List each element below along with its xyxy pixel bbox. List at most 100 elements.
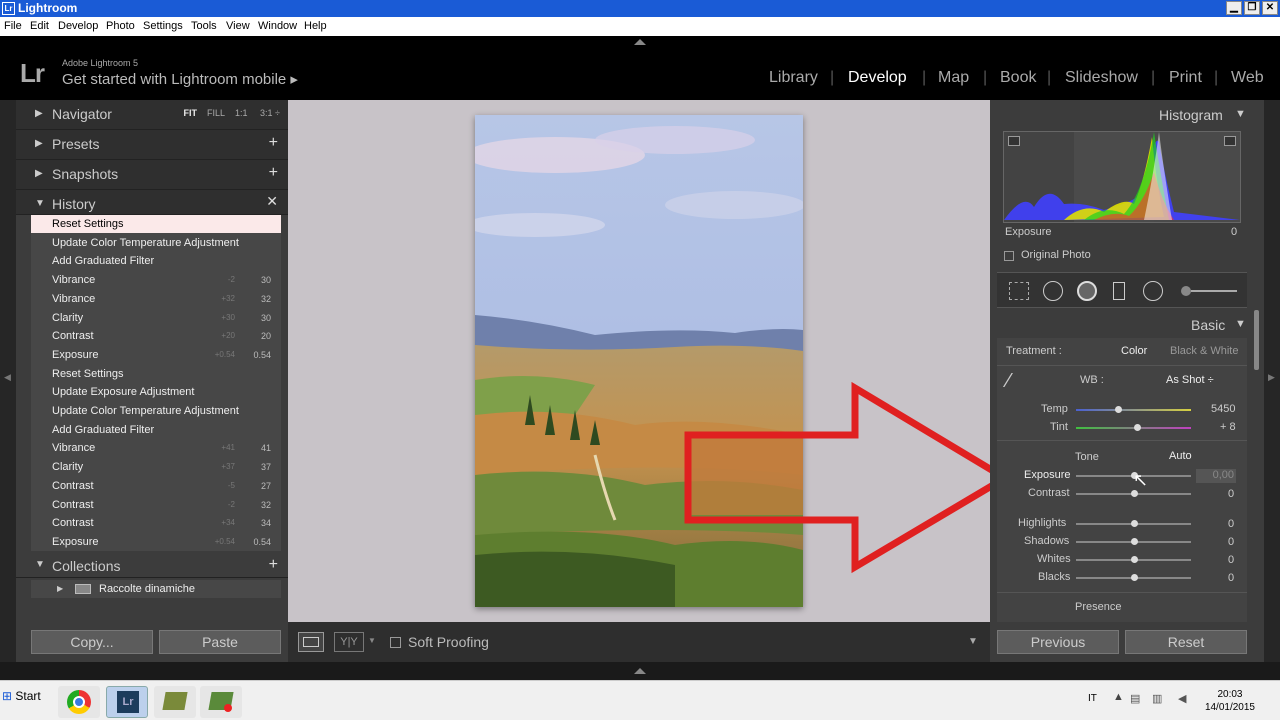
history-item[interactable]: Vibrance +32 32 — [31, 290, 281, 308]
reset-button[interactable]: Reset — [1125, 630, 1247, 654]
histogram-graph[interactable] — [1003, 131, 1241, 223]
temp-value[interactable]: 5450 — [1211, 403, 1235, 415]
history-item[interactable]: Contrast +20 20 — [31, 327, 281, 345]
volume-icon[interactable]: ◀ — [1178, 692, 1186, 705]
highlights-slider-knob[interactable] — [1131, 520, 1138, 527]
collapse-top-panel-icon[interactable] — [634, 39, 646, 45]
highlights-value[interactable]: 0 — [1228, 518, 1234, 530]
mobile-prompt[interactable]: Get started with Lightroom mobile ▸ — [62, 70, 298, 88]
right-collapse-icon[interactable]: ▶ — [1268, 372, 1275, 383]
tint-slider-knob[interactable] — [1134, 424, 1141, 431]
history-item[interactable]: Add Graduated Filter — [31, 421, 281, 439]
zoom-3-1[interactable]: 3:1 ÷ — [260, 108, 280, 118]
minimize-button[interactable]: ▁ — [1226, 1, 1242, 15]
module-library[interactable]: Library — [769, 69, 818, 87]
expand-filmstrip-icon[interactable] — [634, 668, 646, 674]
right-panel-edge[interactable]: ▶ — [1254, 100, 1280, 662]
history-item[interactable]: Update Color Temperature Adjustment — [31, 402, 281, 420]
history-item[interactable]: Exposure +0.54 0.54 — [31, 346, 281, 364]
before-after-icon[interactable]: Y|Y — [334, 632, 364, 652]
module-develop[interactable]: Develop — [848, 69, 907, 87]
close-button[interactable]: ✕ — [1262, 1, 1278, 15]
blacks-slider-knob[interactable] — [1131, 574, 1138, 581]
crop-overlay-icon[interactable] — [1009, 282, 1029, 300]
history-item[interactable]: Add Graduated Filter — [31, 252, 281, 270]
history-item[interactable]: Update Exposure Adjustment — [31, 383, 281, 401]
temp-slider-knob[interactable] — [1115, 406, 1122, 413]
zoom-fill[interactable]: FILL — [207, 108, 225, 118]
wb-eyedropper-icon[interactable]: ⁄ — [1007, 370, 1010, 393]
collapse-arrow-icon[interactable]: ▼ — [1235, 318, 1246, 330]
exposure-value[interactable]: 0,00 — [1196, 469, 1236, 483]
paste-button[interactable]: Paste — [159, 630, 281, 654]
module-print[interactable]: Print — [1169, 69, 1202, 87]
adjustment-brush-icon[interactable] — [1181, 286, 1191, 296]
add-snapshot-icon[interactable]: + — [269, 164, 278, 182]
screen-recorder-taskbar-icon[interactable] — [154, 686, 196, 718]
spot-removal-icon[interactable] — [1043, 281, 1063, 301]
filmstrip-collapsed[interactable] — [0, 662, 1280, 680]
snapshots-header[interactable]: ▶ Snapshots + — [16, 160, 288, 190]
history-item[interactable]: Clarity +30 30 — [31, 309, 281, 327]
red-eye-icon[interactable] — [1077, 281, 1097, 301]
zoom-1-1[interactable]: 1:1 — [235, 108, 248, 118]
menu-settings[interactable]: Settings — [143, 20, 183, 32]
add-collection-icon[interactable]: + — [269, 556, 278, 574]
signal-icon[interactable]: ▥ — [1152, 692, 1162, 705]
left-collapse-icon[interactable]: ◀ — [4, 372, 11, 383]
whites-value[interactable]: 0 — [1228, 554, 1234, 566]
lightroom-taskbar-icon[interactable]: Lr — [106, 686, 148, 718]
history-item[interactable]: Clarity +37 37 — [31, 458, 281, 476]
module-book[interactable]: Book — [1000, 69, 1036, 87]
history-item[interactable]: Contrast -2 32 — [31, 496, 281, 514]
shadows-slider-knob[interactable] — [1131, 538, 1138, 545]
radial-filter-icon[interactable] — [1143, 281, 1163, 301]
contrast-value[interactable]: 0 — [1228, 488, 1234, 500]
module-slideshow[interactable]: Slideshow — [1065, 69, 1138, 87]
recorder-taskbar-icon[interactable] — [200, 686, 242, 718]
zoom-fit[interactable]: FIT — [183, 108, 197, 118]
menu-photo[interactable]: Photo — [106, 20, 135, 32]
treatment-bw-option[interactable]: Black & White — [1170, 345, 1238, 357]
module-web[interactable]: Web — [1231, 69, 1264, 87]
basic-panel-label[interactable]: Basic — [1191, 317, 1225, 333]
histogram-label[interactable]: Histogram — [1159, 107, 1223, 123]
loupe-view-icon[interactable] — [298, 632, 324, 652]
temp-slider[interactable] — [1076, 409, 1191, 411]
history-item[interactable]: Contrast +34 34 — [31, 514, 281, 532]
contrast-slider-knob[interactable] — [1131, 490, 1138, 497]
copy-button[interactable]: Copy... — [31, 630, 153, 654]
tint-value[interactable]: + 8 — [1220, 421, 1236, 433]
left-panel-edge[interactable]: ◀ — [0, 100, 16, 662]
right-panel-scrollbar[interactable] — [1254, 310, 1259, 370]
start-button[interactable]: ⊞ Start — [2, 689, 41, 703]
history-item[interactable]: Vibrance -2 30 — [31, 271, 281, 289]
original-photo-checkbox[interactable] — [1004, 251, 1014, 261]
menu-view[interactable]: View — [226, 20, 250, 32]
history-item[interactable]: Vibrance +41 41 — [31, 439, 281, 457]
shadows-value[interactable]: 0 — [1228, 536, 1234, 548]
menu-edit[interactable]: Edit — [30, 20, 49, 32]
whites-slider-knob[interactable] — [1131, 556, 1138, 563]
graduated-filter-icon[interactable] — [1113, 282, 1125, 300]
add-preset-icon[interactable]: + — [269, 134, 278, 152]
history-item[interactable]: Contrast -5 27 — [31, 477, 281, 495]
collections-header[interactable]: ▼ Collections + — [16, 552, 288, 578]
collapse-arrow-icon[interactable]: ▼ — [1235, 108, 1246, 120]
history-item[interactable]: Exposure +0.54 0.54 — [31, 533, 281, 551]
auto-tone-button[interactable]: Auto — [1169, 450, 1192, 462]
wb-select[interactable]: As Shot ÷ — [1166, 374, 1214, 386]
menu-file[interactable]: File — [4, 20, 22, 32]
menu-window[interactable]: Window — [258, 20, 297, 32]
history-item[interactable]: Reset Settings — [31, 215, 281, 233]
highlight-clipping-icon[interactable] — [1224, 136, 1236, 146]
show-hidden-icons-icon[interactable]: ▲ — [1113, 691, 1124, 703]
module-map[interactable]: Map — [938, 69, 969, 87]
history-item[interactable]: Reset Settings — [31, 365, 281, 383]
blacks-value[interactable]: 0 — [1228, 572, 1234, 584]
menu-develop[interactable]: Develop — [58, 20, 98, 32]
treatment-color-option[interactable]: Color — [1121, 345, 1147, 357]
shadow-clipping-icon[interactable] — [1008, 136, 1020, 146]
history-item[interactable]: Update Color Temperature Adjustment — [31, 234, 281, 252]
navigator-header[interactable]: ▶ Navigator FIT FILL 1:1 3:1 ÷ — [16, 100, 288, 130]
